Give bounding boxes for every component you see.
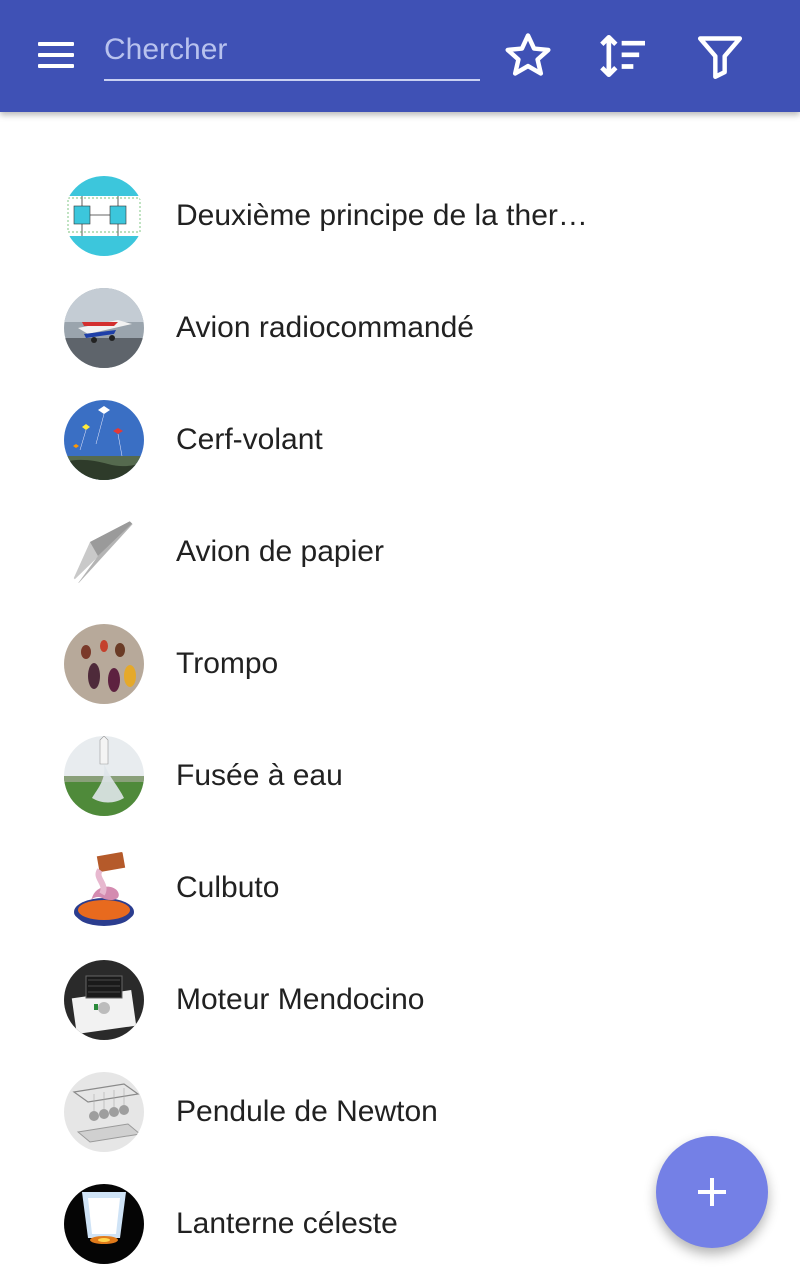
sky-lantern-thumbnail (64, 1184, 144, 1264)
list-item-label: Moteur Mendocino (176, 983, 425, 1016)
list-item[interactable]: Cerf-volant (0, 384, 800, 496)
list-item[interactable]: Moteur Mendocino (0, 944, 800, 1056)
list-item-label: Lanterne céleste (176, 1207, 398, 1240)
search-underline (104, 79, 480, 81)
thermodynamics-diagram-thumbnail (64, 176, 144, 256)
list-item-label: Pendule de Newton (176, 1095, 438, 1128)
list-item-label: Culbuto (176, 871, 280, 904)
roly-poly-toy-thumbnail (64, 848, 144, 928)
list-item-label: Deuxième principe de la ther… (176, 199, 588, 232)
newtons-cradle-thumbnail (64, 1072, 144, 1152)
app-bar (0, 0, 800, 112)
list-item[interactable]: Deuxième principe de la ther… (0, 160, 800, 272)
star-icon (505, 33, 551, 76)
paper-airplane-thumbnail (64, 512, 144, 592)
sort-button[interactable] (596, 28, 652, 84)
menu-button[interactable] (28, 34, 84, 78)
kites-thumbnail (64, 400, 144, 480)
list-item[interactable]: Trompo (0, 608, 800, 720)
filter-button[interactable] (692, 28, 748, 84)
spinning-tops-thumbnail (64, 624, 144, 704)
search-input[interactable] (104, 22, 480, 78)
list-item-label: Trompo (176, 647, 279, 680)
mendocino-motor-thumbnail (64, 960, 144, 1040)
list-item[interactable]: Avion de papier (0, 496, 800, 608)
list-item-label: Avion de papier (176, 535, 384, 568)
filter-icon (697, 36, 743, 79)
list-item-label: Fusée à eau (176, 759, 343, 792)
list-item-label: Cerf-volant (176, 423, 323, 456)
list-item[interactable]: Avion radiocommandé (0, 272, 800, 384)
list-item-label: Avion radiocommandé (176, 311, 474, 344)
rc-airplane-thumbnail (64, 288, 144, 368)
list-item[interactable]: Fusée à eau (0, 720, 800, 832)
favorites-button[interactable] (500, 28, 556, 84)
plus-icon (698, 1178, 726, 1206)
item-list: Deuxième principe de la ther… Avion radi… (0, 160, 800, 1280)
water-rocket-thumbnail (64, 736, 144, 816)
add-button[interactable] (656, 1136, 768, 1248)
search-field[interactable] (104, 22, 480, 82)
list-item[interactable]: Culbuto (0, 832, 800, 944)
sort-icon (600, 35, 645, 77)
